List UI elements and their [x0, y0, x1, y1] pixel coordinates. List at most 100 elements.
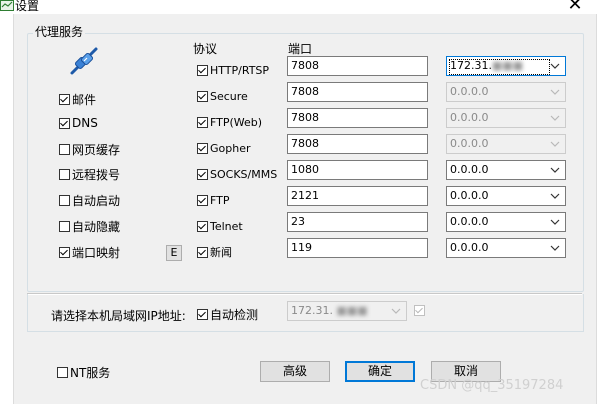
protocol-checkbox[interactable] — [197, 194, 208, 206]
chevron-down-icon — [391, 308, 401, 314]
port-input[interactable]: 23 — [287, 212, 428, 232]
address-value: 0.0.0.0 — [450, 163, 489, 176]
protocol-label: Secure — [210, 89, 248, 103]
chevron-down-icon — [550, 141, 560, 147]
protocol-checkbox-row[interactable]: HTTP/RTSP — [197, 62, 269, 78]
protocol-checkbox[interactable] — [197, 64, 208, 76]
option-label: 自动启动 — [72, 193, 121, 208]
option-checkbox[interactable] — [59, 194, 70, 206]
option-checkbox[interactable] — [59, 117, 70, 129]
port-map-edit-button[interactable]: E — [166, 245, 182, 261]
chevron-down-icon — [550, 219, 560, 225]
app-icon — [0, 0, 14, 11]
option-label: 网页缓存 — [72, 142, 121, 157]
protocol-checkbox-row[interactable]: Telnet — [197, 218, 243, 234]
address-value: 0.0.0.0 — [450, 137, 489, 150]
address-value: 0.0.0.0 — [450, 85, 489, 98]
option-row[interactable]: 邮件 — [59, 91, 96, 107]
address-select: 0.0.0.0 — [446, 134, 566, 154]
protocol-label: FTP — [210, 193, 230, 207]
protocol-checkbox[interactable] — [197, 116, 208, 128]
lan-ip-confirm-checkbox — [414, 305, 425, 316]
port-input[interactable]: 7808 — [287, 56, 428, 76]
address-select: 0.0.0.0 — [446, 82, 566, 102]
chevron-down-icon — [550, 63, 560, 69]
nt-service-checkbox[interactable] — [57, 366, 68, 378]
title-bar — [0, 0, 605, 14]
network-plug-icon — [70, 47, 98, 75]
port-input[interactable]: 7808 — [287, 82, 428, 102]
lan-ip-redacted: ■■■ — [336, 304, 368, 317]
option-label: DNS — [72, 116, 98, 130]
port-input[interactable]: 119 — [287, 238, 428, 258]
option-row[interactable]: 远程拨号 — [59, 166, 120, 182]
nt-service-checkbox-row[interactable]: NT服务 — [57, 364, 110, 380]
option-label: 邮件 — [72, 92, 97, 107]
option-checkbox[interactable] — [59, 246, 70, 258]
option-row[interactable]: 自动启动 — [59, 192, 120, 208]
option-row[interactable]: 端口映射 — [59, 244, 120, 260]
port-input[interactable]: 7808 — [287, 134, 428, 154]
option-row[interactable]: DNS — [59, 115, 98, 131]
chevron-down-icon — [550, 245, 560, 251]
protocol-header: 协议 — [193, 42, 218, 56]
protocol-label: Telnet — [210, 219, 243, 233]
address-select[interactable]: 0.0.0.0 — [446, 186, 566, 206]
address-value: 0.0.0.0 — [450, 111, 489, 124]
lan-ip-value: 172.31. — [291, 304, 333, 317]
auto-detect-checkbox-row[interactable]: 自动检测 — [197, 306, 258, 322]
option-row[interactable]: 自动隐藏 — [59, 218, 120, 234]
protocol-label: 新闻 — [210, 246, 232, 259]
protocol-checkbox[interactable] — [197, 90, 208, 102]
protocol-checkbox[interactable] — [197, 246, 208, 258]
focus-rect — [449, 59, 550, 75]
window-title: 设置 — [15, 0, 40, 13]
protocol-checkbox-row[interactable]: FTP(Web) — [197, 114, 262, 130]
protocol-checkbox[interactable] — [197, 220, 208, 232]
protocol-checkbox[interactable] — [197, 168, 208, 180]
address-select[interactable]: 0.0.0.0 — [446, 160, 566, 180]
port-input[interactable]: 1080 — [287, 160, 428, 180]
address-value: 0.0.0.0 — [450, 241, 489, 254]
protocol-checkbox-row[interactable]: 新闻 — [197, 244, 232, 260]
lan-ip-select: 172.31. ■■■ — [287, 301, 407, 321]
auto-detect-checkbox[interactable] — [197, 308, 208, 320]
address-select[interactable]: 0.0.0.0 — [446, 238, 566, 258]
chevron-down-icon — [550, 89, 560, 95]
port-input[interactable]: 7808 — [287, 108, 428, 128]
advanced-button[interactable]: 高级 — [260, 361, 330, 382]
protocol-checkbox-row[interactable]: FTP — [197, 192, 230, 208]
close-button[interactable]: ✕ — [563, 0, 587, 14]
address-value: 0.0.0.0 — [450, 189, 489, 202]
close-icon: ✕ — [567, 0, 583, 15]
port-header: 端口 — [288, 42, 313, 56]
proxy-group-label: 代理服务 — [33, 23, 86, 40]
auto-detect-label: 自动检测 — [210, 307, 259, 322]
address-value: 0.0.0.0 — [450, 215, 489, 228]
port-input[interactable]: 2121 — [287, 186, 428, 206]
chevron-down-icon — [550, 115, 560, 121]
option-checkbox[interactable] — [59, 143, 70, 155]
option-checkbox[interactable] — [59, 168, 70, 180]
option-label: 端口映射 — [72, 245, 121, 260]
protocol-checkbox-row[interactable]: Gopher — [197, 140, 251, 156]
chevron-down-icon — [550, 193, 560, 199]
chevron-down-icon — [550, 167, 560, 173]
protocol-checkbox-row[interactable]: Secure — [197, 88, 248, 104]
protocol-label: FTP(Web) — [210, 115, 263, 129]
lan-ip-label: 请选择本机局域网IP地址: — [51, 309, 186, 323]
address-select[interactable]: 172.31.■■■ — [446, 56, 566, 76]
ok-button[interactable]: 确定 — [345, 361, 415, 382]
option-checkbox[interactable] — [59, 93, 70, 105]
option-label: 远程拨号 — [72, 167, 121, 182]
address-select[interactable]: 0.0.0.0 — [446, 212, 566, 232]
protocol-label: Gopher — [210, 141, 251, 155]
option-checkbox[interactable] — [59, 220, 70, 232]
nt-service-label: NT服务 — [70, 365, 111, 380]
protocol-checkbox[interactable] — [197, 142, 208, 154]
protocol-checkbox-row[interactable]: SOCKS/MMS — [197, 166, 277, 182]
watermark: CSDN @qq_35197284 — [420, 378, 564, 393]
option-row[interactable]: 网页缓存 — [59, 141, 120, 157]
address-select: 0.0.0.0 — [446, 108, 566, 128]
protocol-label: SOCKS/MMS — [210, 167, 278, 181]
